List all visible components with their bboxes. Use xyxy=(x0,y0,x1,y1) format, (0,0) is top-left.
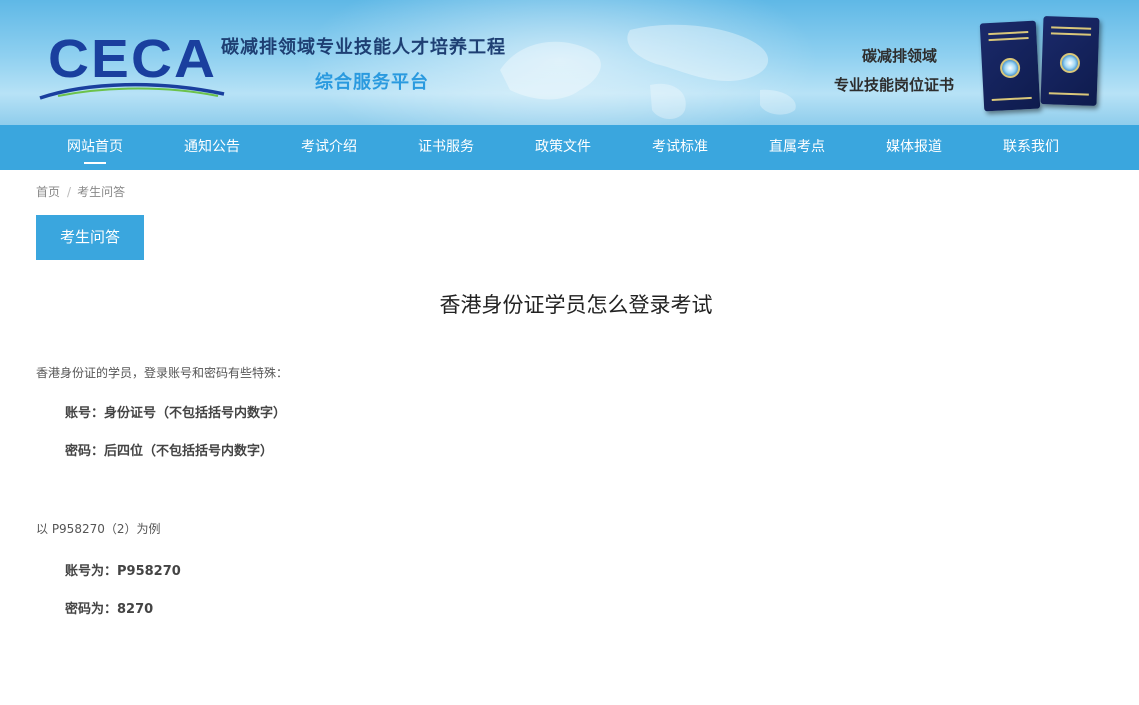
certificate-book-image xyxy=(979,20,1041,112)
certificate-seal-icon xyxy=(999,57,1021,79)
header-banner: CECA 碳减排领域专业技能人才培养工程 综合服务平台 碳减排领域 专业技能岗位… xyxy=(0,0,1139,125)
breadcrumb: 首页 / 考生问答 xyxy=(36,183,125,200)
breadcrumb-separator: / xyxy=(67,185,72,199)
nav-item-exam-intro[interactable]: 考试介绍 xyxy=(294,125,364,170)
nav-item-media[interactable]: 媒体报道 xyxy=(879,125,949,170)
article-account-rule: 账号：身份证号（不包括括号内数字） xyxy=(65,406,287,421)
logo-swoosh-icon xyxy=(39,82,225,100)
article-example-account: 账号为：P958270 xyxy=(65,564,181,579)
article-example-intro: 以 P958270（2）为例 xyxy=(36,522,161,536)
nav-item-home[interactable]: 网站首页 xyxy=(60,125,130,170)
article-title: 香港身份证学员怎么登录考试 xyxy=(439,293,713,317)
site-title: 碳减排领域专业技能人才培养工程 xyxy=(221,37,506,58)
main-nav: 网站首页 通知公告 考试介绍 证书服务 政策文件 考试标准 直属考点 媒体报道 … xyxy=(0,125,1139,170)
certificate-seal-icon xyxy=(1059,52,1081,74)
nav-item-notices[interactable]: 通知公告 xyxy=(177,125,247,170)
breadcrumb-current: 考生问答 xyxy=(77,185,126,199)
world-map-graphic xyxy=(500,24,796,119)
nav-item-test-centers[interactable]: 直属考点 xyxy=(762,125,832,170)
nav-item-exam-standards[interactable]: 考试标准 xyxy=(645,125,715,170)
ceca-logo[interactable]: CECA xyxy=(38,28,225,100)
site-subtitle: 综合服务平台 xyxy=(315,72,429,93)
article-password-rule: 密码：后四位（不包括括号内数字） xyxy=(65,444,274,459)
category-tab-faq[interactable]: 考生问答 xyxy=(36,215,144,260)
certificate-book-image xyxy=(1040,16,1100,106)
nav-item-contact[interactable]: 联系我们 xyxy=(996,125,1066,170)
nav-item-certificate-service[interactable]: 证书服务 xyxy=(411,125,481,170)
cert-title-line1: 碳减排领域 xyxy=(862,47,938,65)
nav-item-policy[interactable]: 政策文件 xyxy=(528,125,598,170)
cert-title-line2: 专业技能岗位证书 xyxy=(834,76,955,94)
breadcrumb-home-link[interactable]: 首页 xyxy=(36,185,60,199)
article-intro: 香港身份证的学员，登录账号和密码有些特殊： xyxy=(36,366,289,380)
article-example-password: 密码为：8270 xyxy=(65,602,154,617)
